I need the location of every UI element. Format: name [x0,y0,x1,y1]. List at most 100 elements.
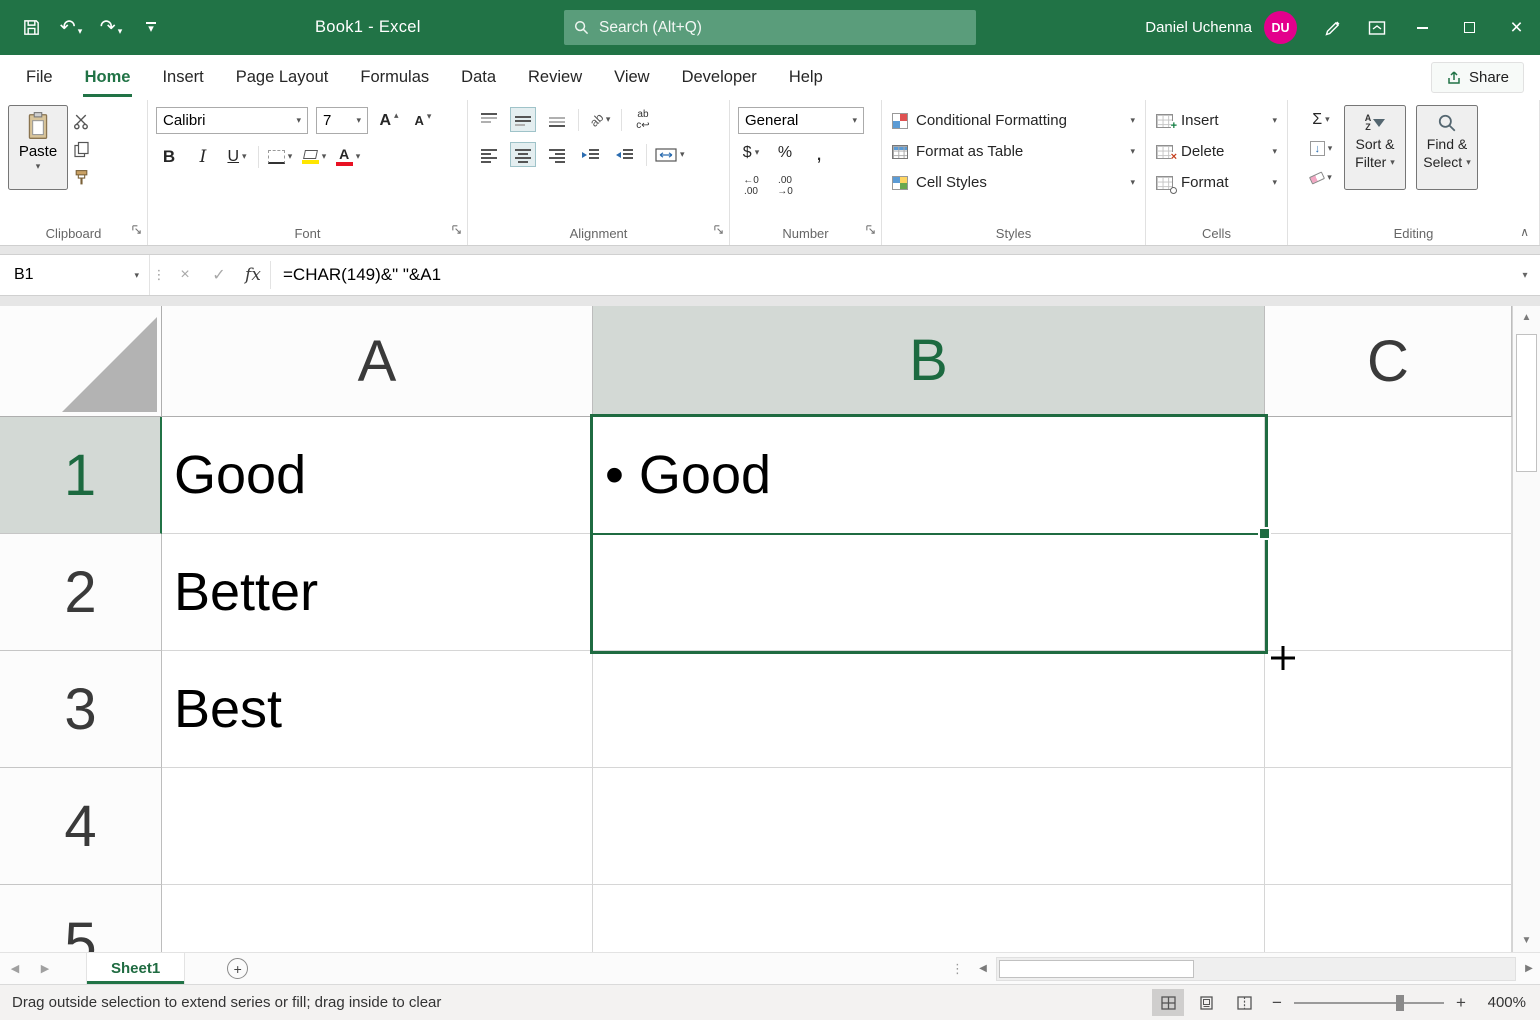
comma-style-button[interactable]: , [806,140,832,165]
decrease-font-size-button[interactable]: A▾ [410,108,436,133]
cell-A5[interactable] [162,885,593,952]
merge-center-button[interactable]: ▾ [655,142,685,167]
wrap-text-button[interactable]: abc↩ [630,107,656,132]
page-layout-view-button[interactable] [1190,989,1222,1016]
align-left-button[interactable] [476,142,502,167]
orientation-button[interactable]: ab▾ [587,107,613,132]
zoom-out-button[interactable]: − [1266,993,1288,1013]
sort-filter-button[interactable]: AZ Sort & Filter▾ [1344,105,1406,190]
tab-insert[interactable]: Insert [146,55,219,100]
cell-B4[interactable] [593,768,1265,885]
undo-button[interactable]: ↶▾ [52,8,90,48]
select-all-corner[interactable] [0,306,162,417]
tab-help[interactable]: Help [773,55,839,100]
bottom-align-button[interactable] [544,107,570,132]
find-select-button[interactable]: Find & Select▾ [1416,105,1478,190]
center-button[interactable] [510,142,536,167]
cell-styles-button[interactable]: Cell Styles ▾ [890,167,1137,198]
fill-handle[interactable] [1258,527,1271,540]
row-header-1[interactable]: 1 [0,417,162,534]
tab-home[interactable]: Home [69,55,147,100]
column-header-b[interactable]: B [593,306,1265,417]
middle-align-button[interactable] [510,107,536,132]
insert-cells-button[interactable]: + Insert ▾ [1154,105,1279,136]
collapse-ribbon-button[interactable]: ∧ [1520,225,1529,239]
tab-page-layout[interactable]: Page Layout [220,55,345,100]
horizontal-scrollbar[interactable] [996,957,1516,981]
font-color-button[interactable]: A ▾ [335,144,361,169]
cell-A1[interactable]: Good [162,417,593,534]
alignment-dialog-launcher[interactable] [713,222,724,240]
maximize-button[interactable] [1446,0,1493,55]
percent-style-button[interactable]: % [772,140,798,165]
row-header-4[interactable]: 4 [0,768,162,885]
cell-C2[interactable] [1265,534,1512,651]
row-header-5[interactable]: 5 [0,885,162,952]
cell-B1[interactable]: • Good [593,417,1265,534]
avatar[interactable]: DU [1264,11,1297,44]
cell-B3[interactable] [593,651,1265,768]
align-right-button[interactable] [544,142,570,167]
zoom-in-button[interactable]: + [1450,993,1472,1013]
inking-button[interactable] [1311,0,1355,55]
fill-color-button[interactable]: ▾ [301,144,327,169]
tab-data[interactable]: Data [445,55,512,100]
row-header-2[interactable]: 2 [0,534,162,651]
formula-input[interactable]: =CHAR(149)&" "&A1 [271,255,1510,295]
cell-A3[interactable]: Best [162,651,593,768]
cut-button[interactable] [68,109,94,134]
hscroll-left-icon[interactable]: ◀ [972,963,994,974]
normal-view-button[interactable] [1152,989,1184,1016]
tab-file[interactable]: File [10,55,69,100]
format-as-table-button[interactable]: Format as Table ▾ [890,136,1137,167]
expand-formula-bar-button[interactable]: ▾ [1510,255,1540,295]
zoom-slider[interactable] [1294,993,1444,1013]
cell-A2[interactable]: Better [162,534,593,651]
format-painter-button[interactable] [68,165,94,190]
tab-review[interactable]: Review [512,55,598,100]
decrease-decimal-button[interactable]: .00→0 [772,173,798,198]
clear-button[interactable]: ▾ [1308,165,1334,190]
ribbon-display-options-button[interactable] [1355,0,1399,55]
tab-scrollbar-splitter[interactable]: ⋮ [943,961,972,977]
column-header-c[interactable]: C [1265,306,1512,417]
page-break-view-button[interactable] [1228,989,1260,1016]
column-header-a[interactable]: A [162,306,593,417]
clipboard-dialog-launcher[interactable] [131,222,142,240]
font-size-select[interactable]: 7 ▾ [316,107,368,134]
formula-bar-splitter[interactable]: ⋮ [150,255,168,295]
sheet-tab-sheet1[interactable]: Sheet1 [86,953,185,984]
sheet-nav-right-icon[interactable]: ▶ [30,962,60,975]
scroll-up-icon[interactable]: ▲ [1522,312,1532,323]
increase-font-size-button[interactable]: A▴ [376,108,402,133]
row-header-3[interactable]: 3 [0,651,162,768]
underline-button[interactable]: U▾ [224,144,250,169]
vertical-scrollbar-thumb[interactable] [1516,334,1537,472]
share-button[interactable]: Share [1431,62,1524,93]
cell-C3[interactable] [1265,651,1512,768]
accounting-format-button[interactable]: $▾ [738,140,764,165]
horizontal-scrollbar-thumb[interactable] [999,960,1194,978]
redo-button[interactable]: ↷▾ [92,8,130,48]
tab-developer[interactable]: Developer [666,55,773,100]
bold-button[interactable]: B [156,144,182,169]
increase-indent-button[interactable] [612,142,638,167]
tab-formulas[interactable]: Formulas [344,55,445,100]
font-dialog-launcher[interactable] [451,222,462,240]
vertical-scrollbar[interactable]: ▲ ▼ [1512,306,1540,952]
number-dialog-launcher[interactable] [865,222,876,240]
tab-view[interactable]: View [598,55,665,100]
fill-button[interactable]: ↓▾ [1308,136,1334,161]
name-box[interactable]: B1 ▾ [0,255,150,295]
hscroll-right-icon[interactable]: ▶ [1518,963,1540,974]
autosum-button[interactable]: Σ▾ [1308,107,1334,132]
conditional-formatting-button[interactable]: Conditional Formatting ▾ [890,105,1137,136]
delete-cells-button[interactable]: × Delete ▾ [1154,136,1279,167]
increase-decimal-button[interactable]: ←0.00 [738,173,764,198]
insert-function-button[interactable]: fx [236,255,270,295]
search-input[interactable]: Search (Alt+Q) [564,10,976,45]
cell-B2[interactable] [593,534,1265,651]
paste-button[interactable]: Paste ▾ [8,105,68,190]
zoom-slider-thumb[interactable] [1396,995,1404,1011]
decrease-indent-button[interactable] [578,142,604,167]
